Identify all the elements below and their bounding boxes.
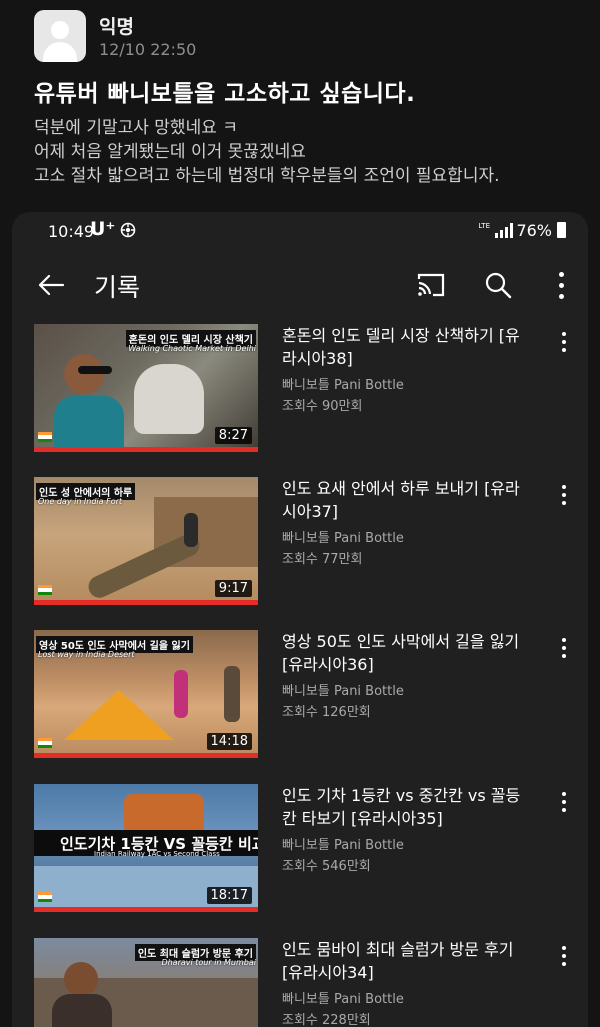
video-thumbnail[interactable]: 인도기차 1등칸 VS 꼴등칸 비교체험 Indian Railway 1AC … [34, 784, 258, 912]
video-more-icon[interactable] [560, 332, 568, 354]
video-title[interactable]: 인도 요새 안에서 하루 보내기 [유라시아37] [282, 477, 534, 523]
post-timestamp: 12/10 22:50 [99, 40, 197, 59]
post-header: 익명 12/10 22:50 [34, 10, 574, 70]
india-flag-icon [38, 585, 52, 595]
watch-progress-bar [34, 600, 258, 605]
video-item[interactable]: 인도기차 1등칸 VS 꼴등칸 비교체험 Indian Railway 1AC … [12, 784, 588, 919]
video-more-icon[interactable] [560, 792, 568, 814]
thumbnail-overlay-subtitle: Walking Chaotic Market in Delhi [128, 344, 256, 353]
view-count: 조회수 546만회 [282, 859, 371, 874]
channel-name[interactable]: 빠니보틀 Pani Bottle [282, 680, 404, 699]
video-thumbnail[interactable]: 인도 성 안에서의 하루 One day in India Fort 9:17 [34, 477, 258, 605]
watch-progress-bar [34, 447, 258, 452]
video-title[interactable]: 인도 기차 1등칸 vs 중간칸 vs 꼴등칸 타보기 [유라시아35] [282, 784, 534, 830]
video-more-icon[interactable] [560, 485, 568, 507]
status-clock: 10:49 [48, 222, 95, 241]
channel-name[interactable]: 빠니보틀 Pani Bottle [282, 988, 404, 1007]
signal-icon [495, 223, 513, 238]
post-body-line: 고소 절차 밟으려고 하는데 법정대 학우분들의 조언이 필요합니자. [34, 166, 500, 186]
channel-name[interactable]: 빠니보틀 Pani Bottle [282, 527, 404, 546]
video-thumbnail[interactable]: 혼돈의 인도 델리 시장 산책기 Walking Chaotic Market … [34, 324, 258, 452]
india-flag-icon [38, 432, 52, 442]
battery-percentage: 76% [516, 221, 552, 240]
video-duration: 9:17 [214, 580, 252, 597]
watch-progress-bar [34, 753, 258, 758]
post-body-line: 어제 처음 알게됐는데 이거 못끊겠네요 [34, 142, 306, 162]
video-title[interactable]: 인도 뭄바이 최대 슬럼가 방문 후기 [유라시아34] [282, 938, 534, 984]
india-flag-icon [38, 892, 52, 902]
view-count: 조회수 77만회 [282, 552, 363, 567]
battery-icon [557, 222, 566, 238]
channel-name[interactable]: 빠니보틀 Pani Bottle [282, 834, 404, 853]
avatar[interactable] [34, 10, 86, 62]
cast-icon[interactable] [416, 272, 446, 298]
search-icon[interactable] [484, 271, 512, 299]
more-options-icon[interactable] [556, 270, 566, 300]
embedded-phone-screenshot: 10:49 U⁺ LTE 76% 기록 혼돈의 인도 델리 시장 산책기 Wal… [12, 212, 588, 1027]
back-arrow-icon[interactable] [36, 270, 66, 300]
carrier-label: U⁺ [90, 218, 116, 240]
video-thumbnail[interactable]: 영상 50도 인도 사막에서 길을 잃기 Lost way in India D… [34, 630, 258, 758]
hotspot-icon [120, 222, 136, 238]
thumbnail-overlay-subtitle: Indian Railway 1AC vs Second Class [94, 850, 220, 858]
video-duration: 14:18 [206, 733, 252, 750]
video-more-icon[interactable] [560, 638, 568, 660]
thumbnail-overlay-subtitle: One day in India Fort [38, 497, 123, 506]
watch-progress-bar [34, 907, 258, 912]
thumbnail-overlay-subtitle: Lost way in India Desert [38, 650, 135, 659]
author-name[interactable]: 익명 [99, 12, 134, 39]
video-item[interactable]: 영상 50도 인도 사막에서 길을 잃기 Lost way in India D… [12, 630, 588, 765]
video-title[interactable]: 혼돈의 인도 델리 시장 산책하기 [유라시아38] [282, 324, 534, 370]
video-duration: 8:27 [214, 427, 252, 444]
post-body-line: 덕분에 기말고사 망했네요 ㅋ [34, 118, 238, 138]
video-item[interactable]: 인도 최대 슬럼가 방문 후기 Dharavi tour in Mumbai 인… [12, 938, 588, 1027]
thumbnail-overlay-subtitle: Dharavi tour in Mumbai [161, 958, 256, 967]
app-bar: 기록 [12, 254, 588, 314]
video-item[interactable]: 혼돈의 인도 델리 시장 산책기 Walking Chaotic Market … [12, 324, 588, 459]
video-title[interactable]: 영상 50도 인도 사막에서 길을 잃기 [유라시아36] [282, 630, 534, 676]
channel-name[interactable]: 빠니보틀 Pani Bottle [282, 374, 404, 393]
video-thumbnail[interactable]: 인도 최대 슬럼가 방문 후기 Dharavi tour in Mumbai [34, 938, 258, 1027]
video-item[interactable]: 인도 성 안에서의 하루 One day in India Fort 9:17 … [12, 477, 588, 612]
post-body: 덕분에 기말고사 망했네요 ㅋ 어제 처음 알게됐는데 이거 못끊겠네요 고소 … [34, 116, 584, 188]
india-flag-icon [38, 738, 52, 748]
lte-icon: LTE [478, 222, 490, 230]
view-count: 조회수 126만회 [282, 705, 371, 720]
view-count: 조회수 90만회 [282, 399, 363, 414]
post-title: 유튜버 빠니보틀을 고소하고 싶습니다. [34, 81, 416, 107]
page-title: 기록 [94, 273, 141, 302]
view-count: 조회수 228만회 [282, 1013, 371, 1027]
status-bar: 10:49 U⁺ LTE 76% [12, 212, 588, 252]
video-duration: 18:17 [206, 887, 252, 904]
video-more-icon[interactable] [560, 946, 568, 968]
